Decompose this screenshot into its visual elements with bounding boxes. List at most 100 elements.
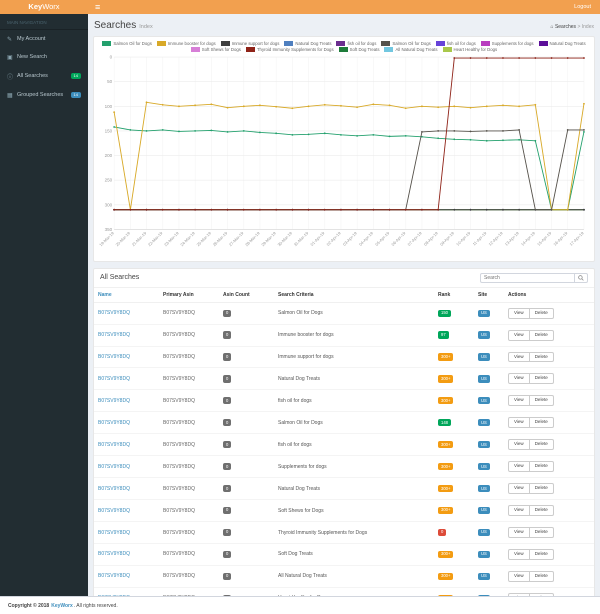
sidebar-item-grouped-searches[interactable]: ▦ Grouped Searches 14 xyxy=(0,86,88,104)
legend-item[interactable]: Supplements for dogs xyxy=(480,41,534,46)
view-button[interactable]: View xyxy=(508,329,530,341)
legend-item[interactable]: All Natural Dog Treats xyxy=(384,47,438,52)
view-button[interactable]: View xyxy=(508,395,530,407)
row-name-link[interactable]: B07SV9Y8DQ xyxy=(94,389,159,413)
rank-badge: 300+ xyxy=(438,550,454,559)
legend-item[interactable]: fish oil for dogs xyxy=(435,41,476,46)
sidebar-item-my-account[interactable]: ✎ My Account xyxy=(0,30,88,48)
series-point xyxy=(242,105,245,108)
row-name-link[interactable]: B07SV9Y8DQ xyxy=(94,565,159,588)
delete-button[interactable]: Delete xyxy=(529,548,554,560)
delete-button[interactable]: Delete xyxy=(529,570,554,582)
legend-item[interactable]: Natural Dog Treats xyxy=(284,41,331,46)
delete-button[interactable]: Delete xyxy=(529,329,554,341)
sidebar-item-new-search[interactable]: ▣ New Search xyxy=(0,48,88,66)
column-header-name[interactable]: Name xyxy=(94,287,159,303)
view-button[interactable]: View xyxy=(508,351,530,363)
view-button[interactable]: View xyxy=(508,461,530,473)
series-point xyxy=(550,208,553,211)
view-button[interactable]: View xyxy=(508,417,530,429)
site-badge: US xyxy=(478,397,490,405)
row-rank: 300+ xyxy=(434,565,474,588)
series-line xyxy=(114,126,585,211)
row-rank: 300+ xyxy=(434,455,474,479)
table-row: B07SV9Y8DQ B07SV9Y8DQ 0 Natural Dog Treats 3… xyxy=(94,477,594,501)
delete-button[interactable]: Delete xyxy=(529,505,554,517)
legend-item[interactable]: Salmon Oil for Dogs xyxy=(381,41,431,46)
legend-item[interactable]: Soft Dog Treats xyxy=(338,47,379,52)
table-row: B07SV9Y8DQ B07SV9Y8DQ 0 Salmon Oil for Dogs… xyxy=(94,411,594,435)
legend-item[interactable]: Heart Healthy for Dogs xyxy=(442,47,497,52)
row-search-criteria: All Natural Dog Treats xyxy=(274,565,434,588)
legend-item[interactable]: fish oil for dogs xyxy=(336,41,376,46)
view-button[interactable]: View xyxy=(508,505,530,517)
series-point xyxy=(178,105,180,108)
row-name-link[interactable]: B07SV9Y8DQ xyxy=(94,302,159,325)
site-badge: US xyxy=(478,463,490,471)
delete-button[interactable]: Delete xyxy=(529,373,554,385)
series-point xyxy=(583,131,585,133)
row-rank: 150 xyxy=(434,302,474,325)
row-name-link[interactable]: B07SV9Y8DQ xyxy=(94,477,159,501)
chart-panel: Salmon Oil for Dogs Immune booster for do… xyxy=(93,36,595,262)
row-primary-asin: B07SV9Y8DQ xyxy=(159,499,219,523)
page-footer: Copyright © 2018 KeyWorx . All rights re… xyxy=(0,596,600,614)
row-name-link[interactable]: B07SV9Y8DQ xyxy=(94,455,159,479)
series-point xyxy=(356,134,359,137)
legend-label: Natural Dog Treats xyxy=(295,41,332,46)
row-primary-asin: B07SV9Y8DQ xyxy=(159,346,219,369)
view-button[interactable]: View xyxy=(508,439,530,451)
delete-button[interactable]: Delete xyxy=(529,417,554,429)
row-rank: 300+ xyxy=(434,587,474,596)
legend-item[interactable]: Thyroid Immunity Supplements for Dogs xyxy=(245,47,334,52)
action-button-group: ViewDelete xyxy=(508,351,554,363)
series-point xyxy=(502,104,504,107)
row-name-link[interactable]: B07SV9Y8DQ xyxy=(94,587,159,596)
row-name-link[interactable]: B07SV9Y8DQ xyxy=(94,346,159,369)
series-point xyxy=(275,105,278,108)
row-actions: ViewDelete xyxy=(504,324,594,347)
delete-button[interactable]: Delete xyxy=(529,439,554,451)
row-name-link[interactable]: B07SV9Y8DQ xyxy=(94,521,159,544)
view-button[interactable]: View xyxy=(508,307,530,319)
breadcrumb-section[interactable]: Searches xyxy=(555,24,576,30)
hamburger-icon[interactable]: ≡ xyxy=(88,0,107,14)
search-input[interactable] xyxy=(480,272,575,283)
delete-button[interactable]: Delete xyxy=(529,461,554,473)
x-tick-label: 05-Apr-19 xyxy=(374,230,391,247)
x-tick-label: 15-Apr-19 xyxy=(536,230,553,247)
row-name-link[interactable]: B07SV9Y8DQ xyxy=(94,543,159,566)
app-logo[interactable]: KeyWorx xyxy=(0,0,88,14)
delete-button[interactable]: Delete xyxy=(529,307,554,319)
series-point xyxy=(372,103,375,106)
delete-button[interactable]: Delete xyxy=(529,483,554,495)
row-name-link[interactable]: B07SV9Y8DQ xyxy=(94,411,159,435)
legend-item[interactable]: Immune support for dogs xyxy=(220,41,279,46)
delete-button[interactable]: Delete xyxy=(529,395,554,407)
legend-item[interactable]: Natural Dog Treats xyxy=(538,41,586,46)
view-button[interactable]: View xyxy=(508,373,530,385)
copyright-suffix: . All rights reserved. xyxy=(73,602,118,609)
view-button[interactable]: View xyxy=(508,548,530,560)
legend-item[interactable]: Soft Shews for Dogs xyxy=(190,47,241,52)
row-name-link[interactable]: B07SV9Y8DQ xyxy=(94,324,159,347)
logout-link[interactable]: Logout xyxy=(574,4,600,10)
legend-item[interactable]: Immune booster for dogs xyxy=(156,41,216,46)
view-button[interactable]: View xyxy=(508,527,530,538)
asin-count-badge: 0 xyxy=(223,441,232,449)
delete-button[interactable]: Delete xyxy=(529,351,554,363)
legend-item[interactable]: Salmon Oil for Dogs xyxy=(102,41,152,46)
view-button[interactable]: View xyxy=(508,570,530,582)
pencil-icon: ✎ xyxy=(7,36,13,43)
sidebar-item-all-searches[interactable]: ⓘ All Searches 14 xyxy=(0,66,88,86)
rank-badge: 300+ xyxy=(438,353,454,361)
view-button[interactable]: View xyxy=(508,483,530,495)
search-button[interactable] xyxy=(575,272,588,283)
row-name-link[interactable]: B07SV9Y8DQ xyxy=(94,367,159,391)
delete-button[interactable]: Delete xyxy=(529,527,554,538)
footer-brand-link[interactable]: KeyWorx xyxy=(51,603,73,609)
row-name-link[interactable]: B07SV9Y8DQ xyxy=(94,499,159,523)
series-point xyxy=(113,208,116,211)
row-name-link[interactable]: B07SV9Y8DQ xyxy=(94,433,159,457)
y-tick-label: 200 xyxy=(105,153,113,158)
